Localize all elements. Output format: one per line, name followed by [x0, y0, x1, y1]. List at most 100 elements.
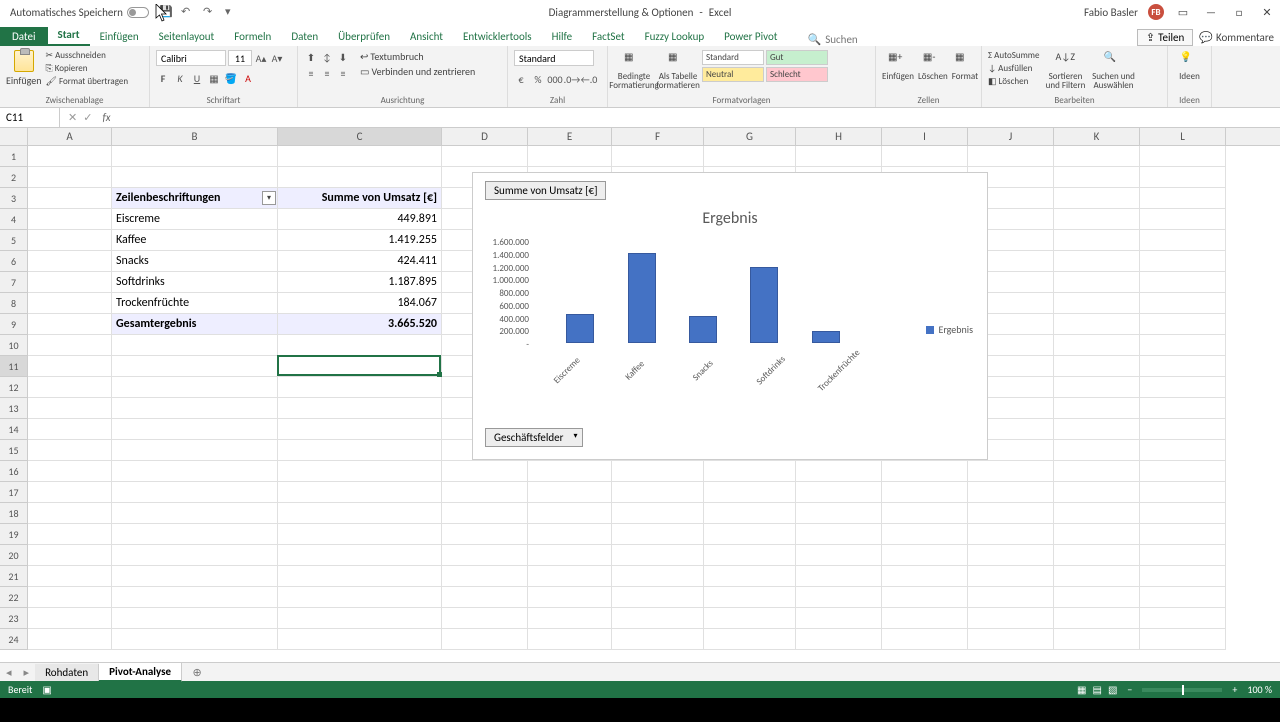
tab-seitenlayout[interactable]: Seitenlayout: [149, 27, 225, 46]
cell-L17[interactable]: [1140, 482, 1226, 503]
cell-H18[interactable]: [796, 503, 882, 524]
cell-B17[interactable]: [112, 482, 278, 503]
col-header-B[interactable]: B: [112, 128, 278, 145]
cell-E22[interactable]: [528, 587, 612, 608]
sheet-tab-pivot-analyse[interactable]: Pivot-Analyse: [99, 663, 182, 682]
tab-power-pivot[interactable]: Power Pivot: [714, 27, 787, 46]
page-break-view-icon[interactable]: ▧: [1108, 683, 1117, 696]
col-header-C[interactable]: C: [278, 128, 442, 145]
cell-G17[interactable]: [704, 482, 796, 503]
cell-G1[interactable]: [704, 146, 796, 167]
tab-einfuegen[interactable]: Einfügen: [90, 27, 149, 46]
cell-A21[interactable]: [28, 566, 112, 587]
cell-J17[interactable]: [968, 482, 1054, 503]
cell-D23[interactable]: [442, 608, 528, 629]
cell-C24[interactable]: [278, 629, 442, 650]
cell-K22[interactable]: [1054, 587, 1140, 608]
cell-B24[interactable]: [112, 629, 278, 650]
cell-L4[interactable]: [1140, 209, 1226, 230]
pivot-filter-dropdown[interactable]: ▾: [262, 191, 276, 205]
chart-bar-Kaffee[interactable]: [628, 253, 656, 343]
cell-C13[interactable]: [278, 398, 442, 419]
cell-K23[interactable]: [1054, 608, 1140, 629]
cell-B8[interactable]: Trockenfrüchte: [112, 293, 278, 314]
cell-A8[interactable]: [28, 293, 112, 314]
cell-J24[interactable]: [968, 629, 1054, 650]
style-gut[interactable]: Gut: [766, 50, 828, 65]
cell-K18[interactable]: [1054, 503, 1140, 524]
cell-K12[interactable]: [1054, 377, 1140, 398]
cell-J21[interactable]: [968, 566, 1054, 587]
cell-B14[interactable]: [112, 419, 278, 440]
zoom-in-icon[interactable]: +: [1232, 683, 1237, 696]
cell-H16[interactable]: [796, 461, 882, 482]
cell-L7[interactable]: [1140, 272, 1226, 293]
cell-B13[interactable]: [112, 398, 278, 419]
normal-view-icon[interactable]: ▦: [1077, 683, 1086, 696]
cell-B16[interactable]: [112, 461, 278, 482]
clear-button[interactable]: ◧Löschen: [988, 76, 1039, 87]
ribbon-options-icon[interactable]: ▭: [1174, 5, 1192, 19]
cell-I16[interactable]: [882, 461, 968, 482]
row-header-22[interactable]: 22: [0, 587, 28, 608]
row-header-2[interactable]: 2: [0, 167, 28, 188]
copy-button[interactable]: ⎘Kopieren: [46, 63, 129, 74]
zoom-out-icon[interactable]: −: [1127, 683, 1132, 696]
chart-bar-Softdrinks[interactable]: [750, 267, 778, 343]
cell-E17[interactable]: [528, 482, 612, 503]
cell-B18[interactable]: [112, 503, 278, 524]
align-bottom-icon[interactable]: ⬇: [336, 50, 350, 64]
zoom-slider[interactable]: [1142, 688, 1222, 692]
col-header-E[interactable]: E: [528, 128, 612, 145]
cell-I21[interactable]: [882, 566, 968, 587]
cell-K20[interactable]: [1054, 545, 1140, 566]
align-center-icon[interactable]: ≡: [320, 66, 334, 80]
row-header-20[interactable]: 20: [0, 545, 28, 566]
chart-filter-button[interactable]: Geschäftsfelder: [485, 428, 583, 447]
cell-D22[interactable]: [442, 587, 528, 608]
cell-A22[interactable]: [28, 587, 112, 608]
merge-center-button[interactable]: ▭Verbinden und zentrieren: [360, 65, 475, 78]
cell-C21[interactable]: [278, 566, 442, 587]
tab-entwicklertools[interactable]: Entwicklertools: [453, 27, 542, 46]
row-header-3[interactable]: 3: [0, 188, 28, 209]
cell-L22[interactable]: [1140, 587, 1226, 608]
cell-I23[interactable]: [882, 608, 968, 629]
qat-dropdown-icon[interactable]: ▾: [225, 5, 239, 19]
cell-L1[interactable]: [1140, 146, 1226, 167]
cell-B23[interactable]: [112, 608, 278, 629]
cell-E21[interactable]: [528, 566, 612, 587]
row-header-17[interactable]: 17: [0, 482, 28, 503]
col-header-K[interactable]: K: [1054, 128, 1140, 145]
align-top-icon[interactable]: ⬆: [304, 50, 318, 64]
style-neutral[interactable]: Neutral: [702, 67, 764, 82]
decrease-decimal-icon[interactable]: ←.0: [582, 72, 596, 86]
cell-G20[interactable]: [704, 545, 796, 566]
comments-button[interactable]: 💬Kommentare: [1199, 31, 1274, 44]
cell-A1[interactable]: [28, 146, 112, 167]
cell-A5[interactable]: [28, 230, 112, 251]
cell-L16[interactable]: [1140, 461, 1226, 482]
paste-button[interactable]: Einfügen: [6, 50, 42, 87]
cell-L19[interactable]: [1140, 524, 1226, 545]
tab-hilfe[interactable]: Hilfe: [542, 27, 582, 46]
fill-button[interactable]: ↓Ausfüllen: [988, 63, 1039, 74]
tab-factset[interactable]: FactSet: [582, 27, 635, 46]
select-all-corner[interactable]: [0, 128, 28, 146]
cell-A9[interactable]: [28, 314, 112, 335]
cell-B15[interactable]: [112, 440, 278, 461]
cell-L20[interactable]: [1140, 545, 1226, 566]
cell-B20[interactable]: [112, 545, 278, 566]
row-header-5[interactable]: 5: [0, 230, 28, 251]
fill-color-icon[interactable]: 🪣: [224, 71, 238, 85]
cell-B21[interactable]: [112, 566, 278, 587]
cell-C6[interactable]: 424.411: [278, 251, 442, 272]
cell-H23[interactable]: [796, 608, 882, 629]
cell-L9[interactable]: [1140, 314, 1226, 335]
cell-C23[interactable]: [278, 608, 442, 629]
cell-B3[interactable]: Zeilenbeschriftungen: [112, 188, 278, 209]
col-header-J[interactable]: J: [968, 128, 1054, 145]
cut-button[interactable]: ✂Ausschneiden: [46, 50, 129, 61]
cell-C16[interactable]: [278, 461, 442, 482]
row-header-23[interactable]: 23: [0, 608, 28, 629]
